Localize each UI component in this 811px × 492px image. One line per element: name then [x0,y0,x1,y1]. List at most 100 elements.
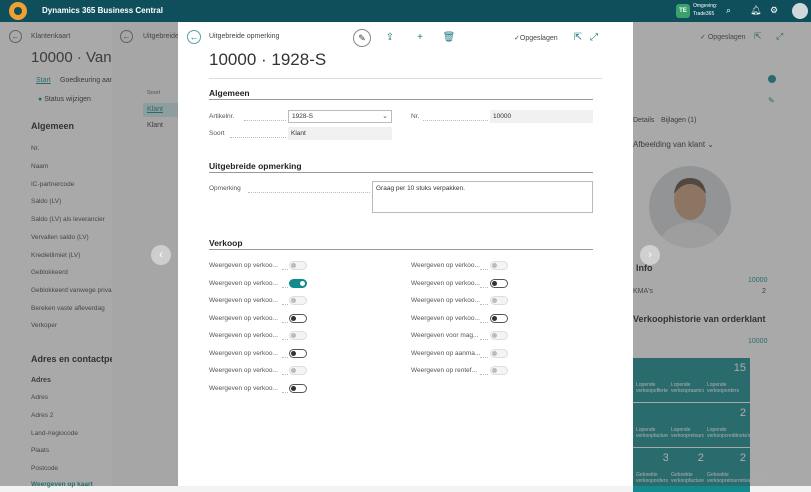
toggle-knob [291,315,296,321]
toggle-knob [492,368,497,373]
section-divider [209,99,593,100]
delete-button[interactable]: 🗑︎ [440,29,458,47]
nr-field: 10000 [490,110,593,123]
label-leader [480,356,488,358]
chevron-down-icon: ⌄ [382,113,388,120]
pencil-icon: ✎ [358,33,366,43]
item-no-select[interactable]: 1928-S ⌄ [288,110,392,123]
plus-icon: + [417,32,423,43]
sales-option-label: Weergeven op rentef... [411,367,478,374]
toggle-knob [492,315,497,321]
trash-icon: 🗑︎ [442,32,456,43]
type-label: Soort [209,130,225,137]
sales-option-toggle[interactable] [289,278,307,288]
bell-icon[interactable]: 🔔︎ [750,5,761,16]
dialog-breadcrumb: Uitgebreide opmerking [209,33,280,40]
sales-option-toggle[interactable] [490,313,508,323]
sales-option-toggle[interactable] [289,348,307,358]
label-leader [480,269,488,270]
open-new-window-icon: ⇱ [573,32,583,43]
app-title: Dynamics 365 Business Central [42,6,163,15]
label-leader [230,137,286,138]
gear-icon[interactable]: ⚙ [770,5,778,16]
sales-option-label: Weergeven op verkoo... [411,297,480,304]
label-leader [423,120,488,121]
sales-option-toggle[interactable] [490,261,508,270]
sales-option-toggle[interactable] [490,348,508,358]
sales-option-toggle[interactable] [490,278,508,288]
app-logo-icon[interactable] [9,2,27,20]
toggle-knob [291,263,296,268]
sales-option-toggle[interactable] [490,331,508,340]
sales-option-label: Weergeven op aanma... [411,349,481,357]
collapse-button[interactable]: ⤢ [585,29,603,47]
section-remark-title[interactable]: Uitgebreide opmerking [209,161,302,171]
section-divider [209,249,593,250]
environment-name: Trade365 [693,11,715,17]
label-leader [480,374,488,375]
sales-option-label: Weergeven voor mag... [411,332,479,339]
sales-option-label: Weergeven op verkoo... [209,297,278,304]
label-leader [244,120,286,121]
label-leader [282,321,288,323]
section-divider [209,172,593,173]
toggle-knob [291,385,296,391]
sales-option-toggle[interactable] [289,331,307,340]
new-button[interactable]: + [411,29,429,47]
label-leader [480,286,488,288]
previous-record-button[interactable]: ‹ [151,245,171,265]
toggle-knob [492,333,497,338]
top-bar: Dynamics 365 Business Central TE Omgevin… [0,0,811,22]
sales-option-toggle[interactable] [490,366,508,375]
toggle-knob [492,350,497,356]
label-leader [480,321,488,323]
dialog-back-button[interactable]: ← [187,30,201,44]
label-leader [282,374,288,375]
label-leader [282,286,288,288]
toggle-knob [492,263,497,268]
toggle-knob [492,298,497,303]
user-avatar[interactable] [792,3,808,19]
nr-label: Nr. [411,113,420,120]
collapse-icon: ⤢ [590,32,598,43]
sales-option-label: Weergeven op verkoo... [411,262,480,269]
remark-textarea[interactable]: Graag per 10 stuks verpakken. [372,181,593,213]
sales-option-toggle[interactable] [289,383,307,393]
label-leader [282,391,288,393]
saved-status: ✓Opgeslagen [514,35,558,42]
item-no-label: Artikelnr. [209,113,235,120]
label-leader [282,339,288,340]
toggle-knob [291,350,296,356]
label-leader [480,304,488,305]
search-icon[interactable]: ⌕ [726,5,731,16]
toggle-knob [300,280,305,286]
label-leader [480,339,488,340]
section-sales-title[interactable]: Verkoop [209,238,243,248]
toggle-knob [291,368,296,373]
sales-option-label: Weergeven op verkoo... [411,279,480,287]
sales-option-toggle[interactable] [490,296,508,305]
type-field: Klant [288,127,392,140]
title-divider [209,78,602,79]
toggle-knob [291,333,296,338]
next-record-button[interactable]: › [640,245,660,265]
label-leader [282,304,288,305]
sales-option-label: Weergeven op verkoo... [209,279,278,287]
edit-button[interactable]: ✎ [353,29,371,47]
sales-option-toggle[interactable] [289,296,307,305]
toggle-knob [492,280,497,286]
share-icon: ⇪ [385,32,395,43]
label-leader [248,192,370,193]
remark-label: Opmerking [209,185,241,192]
saved-label: Opgeslagen [519,35,558,42]
environment-badge: TE [676,4,690,18]
sales-option-label: Weergeven op verkoo... [209,314,278,322]
toggle-knob [291,298,296,303]
section-general-title[interactable]: Algemeen [209,88,250,98]
label-leader [282,356,288,358]
extended-text-dialog: ← Uitgebreide opmerking ✎ ⇪ + 🗑︎ ✓Opgesl… [178,22,633,486]
sales-option-toggle[interactable] [289,366,307,375]
share-button[interactable]: ⇪ [381,29,399,47]
sales-option-toggle[interactable] [289,261,307,270]
sales-option-toggle[interactable] [289,313,307,323]
